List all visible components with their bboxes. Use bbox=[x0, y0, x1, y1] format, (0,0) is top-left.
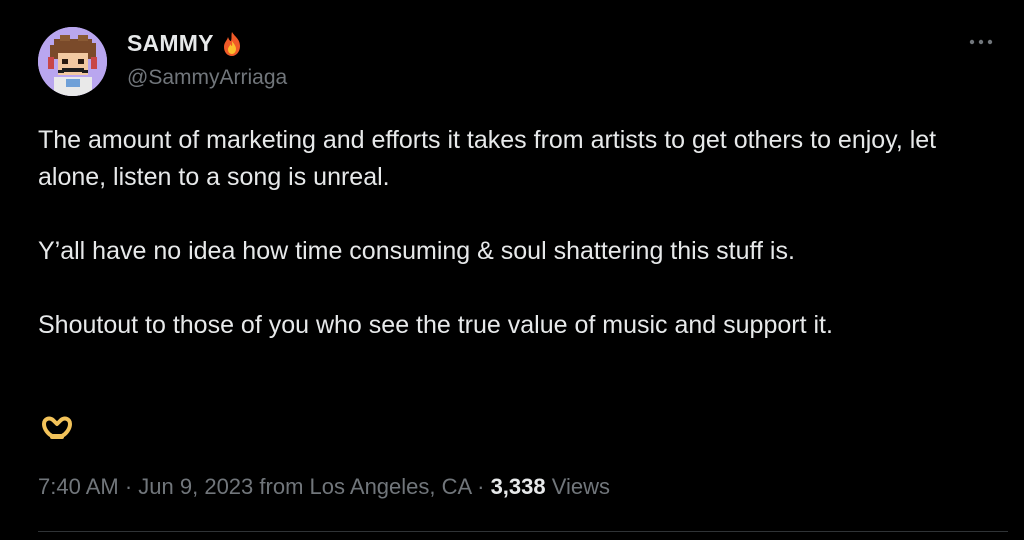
tweet-meta: 7:40 AM · Jun 9, 2023 from Los Angeles, … bbox=[38, 474, 610, 500]
tweet-paragraph-1: The amount of marketing and efforts it t… bbox=[38, 126, 937, 191]
tweet-paragraph-2: Y’all have no idea how time consuming & … bbox=[38, 237, 795, 265]
avatar[interactable] bbox=[38, 27, 107, 96]
more-horizontal-icon bbox=[969, 39, 993, 45]
tweet-time[interactable]: 7:40 AM bbox=[38, 474, 119, 499]
display-name-text: SAMMY bbox=[127, 30, 214, 56]
tweet-date[interactable]: Jun 9, 2023 bbox=[138, 474, 253, 499]
heart-hands-icon bbox=[40, 414, 74, 442]
tweet-card: SAMMY @SammyArriaga The amount of market… bbox=[0, 0, 1024, 540]
author-display-name[interactable]: SAMMY bbox=[127, 30, 244, 57]
more-options-button[interactable] bbox=[964, 30, 998, 54]
fire-icon bbox=[220, 31, 244, 57]
divider bbox=[38, 531, 1008, 532]
location-prefix: from bbox=[259, 474, 304, 499]
views-count[interactable]: 3,338 bbox=[491, 474, 546, 499]
meta-separator: · bbox=[477, 474, 485, 499]
tweet-text: The amount of marketing and efforts it t… bbox=[38, 122, 1008, 344]
author-handle[interactable]: @SammyArriaga bbox=[127, 66, 287, 90]
avatar-pixel-art-icon bbox=[38, 27, 107, 96]
meta-separator: · bbox=[124, 474, 133, 499]
tweet-location: Los Angeles, CA bbox=[309, 474, 471, 499]
tweet-paragraph-3: Shoutout to those of you who see the tru… bbox=[38, 311, 833, 339]
views-label: Views bbox=[551, 474, 611, 499]
